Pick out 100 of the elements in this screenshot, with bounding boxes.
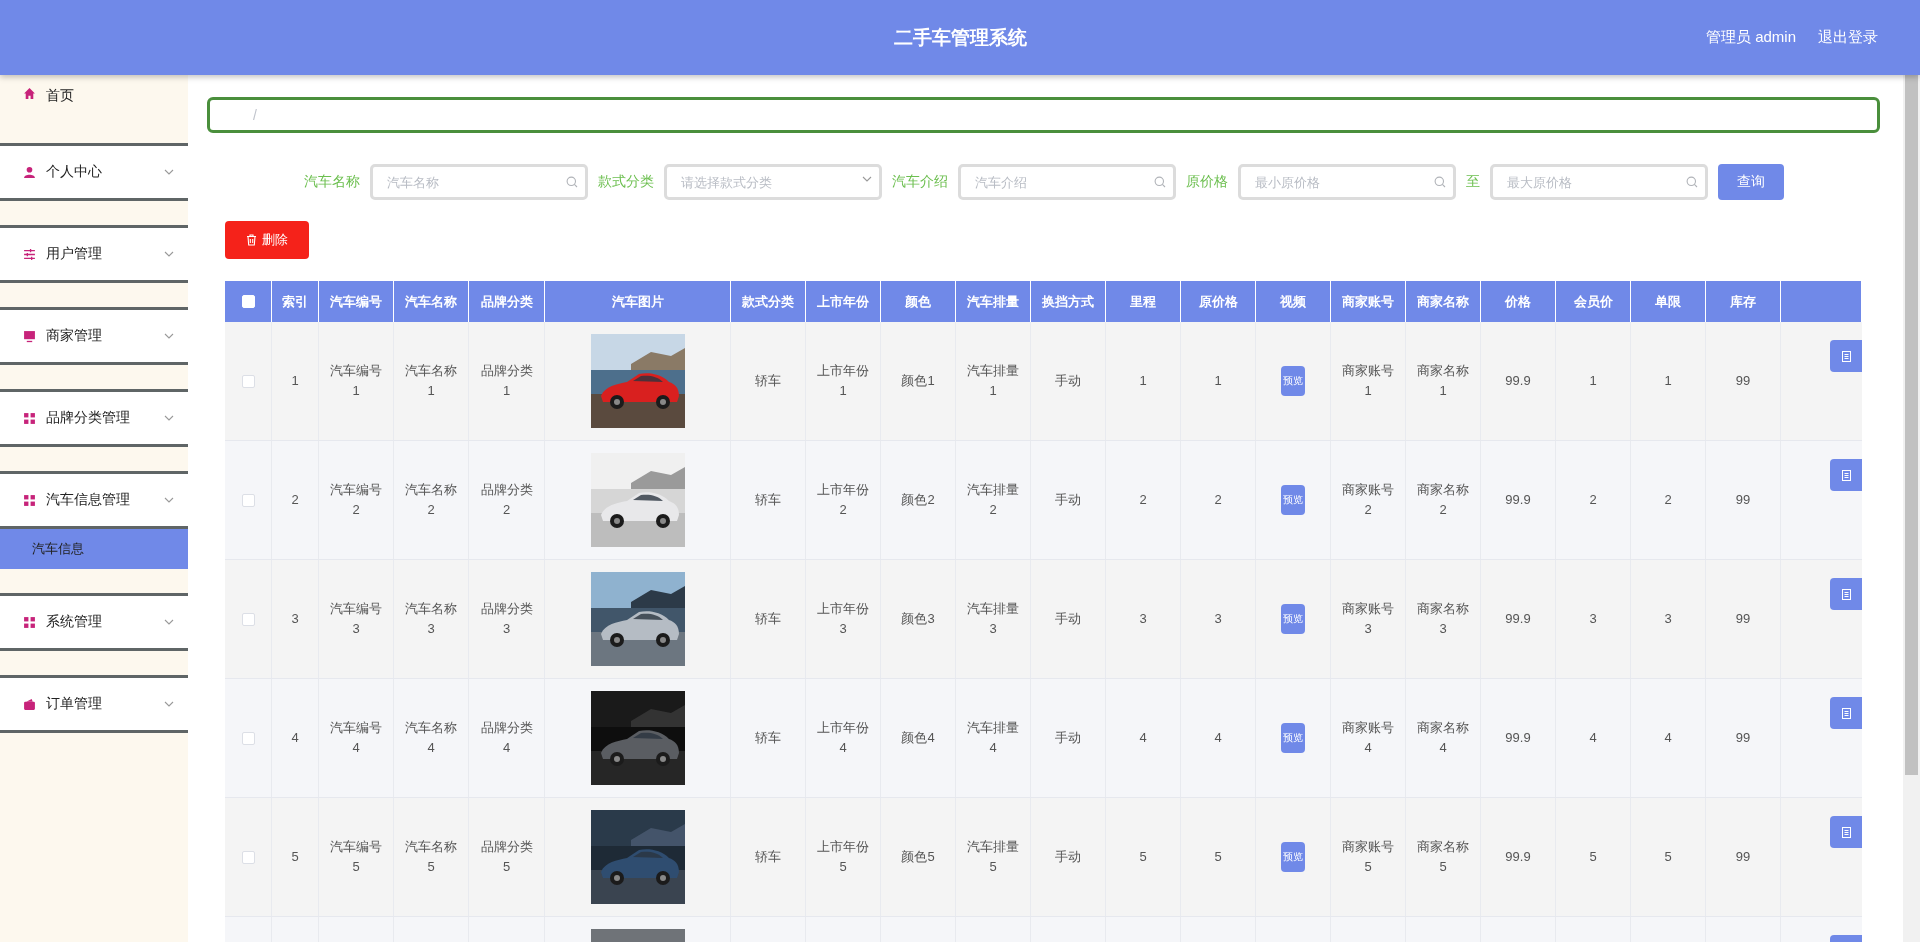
delete-button[interactable]: 删除 [225, 221, 309, 259]
row-checkbox[interactable] [241, 731, 255, 745]
year-cell-text: 上市年份3 [816, 600, 870, 638]
merchant-name-cell-text: 商家名称4 [1416, 719, 1470, 757]
column-header: 原价格 [1198, 292, 1238, 311]
merchant-account-cell-text: 商家账号5 [1341, 838, 1395, 876]
price-cell-text: 99.9 [1505, 729, 1531, 747]
stock-cell-text: 99 [1735, 610, 1751, 628]
brand-cell-text: 品牌分类1 [479, 362, 534, 400]
member-price-cell-text: 2 [1589, 491, 1597, 509]
chevron-down-icon [164, 333, 174, 339]
menu-item[interactable]: 品牌分类管理 [0, 389, 188, 447]
brand-cell-text: 品牌分类3 [479, 600, 534, 638]
chevron-down-icon [164, 701, 174, 707]
preview-button[interactable]: 预览 [1281, 723, 1305, 753]
merchant-name-cell-text: 商家名称3 [1416, 600, 1470, 638]
details-button[interactable] [1830, 816, 1862, 848]
stock-cell-text: 99 [1735, 729, 1751, 747]
price-cell-text: 99.9 [1505, 848, 1531, 866]
preview-button[interactable]: 预览 [1281, 842, 1305, 872]
query-button[interactable]: 查询 [1717, 164, 1784, 200]
car-number-cell-text: 汽车编号2 [329, 481, 383, 519]
merchant-name-cell-text: 商家名称5 [1416, 838, 1470, 876]
details-button[interactable] [1830, 578, 1862, 610]
chevron-down-icon [164, 251, 174, 257]
logout-link[interactable]: 退出登录 [1818, 28, 1878, 47]
wallet-icon [23, 697, 36, 711]
style-cell-text: 轿车 [755, 491, 781, 509]
select-all-checkbox[interactable] [241, 295, 255, 308]
limit-cell-text: 4 [1664, 729, 1672, 747]
displacement-cell-text: 汽车排量1 [966, 362, 1020, 400]
user-label: 管理员 admin [1705, 28, 1796, 47]
car-name-cell-text: 汽车名称4 [404, 719, 458, 757]
chevron-down-icon [164, 619, 174, 625]
document-icon [1842, 707, 1851, 719]
limit-cell-text: 1 [1664, 372, 1672, 390]
column-header: 商家名称 [1417, 292, 1469, 311]
index-cell-text: 5 [291, 848, 299, 866]
app-title: 二手车管理系统 [893, 25, 1028, 50]
menu-item[interactable]: 订单管理 [0, 675, 188, 733]
preview-button[interactable]: 预览 [1281, 604, 1305, 634]
search-field[interactable]: 汽车名称 [369, 164, 588, 200]
grid-icon [23, 615, 36, 629]
gearbox-cell-text: 手动 [1055, 491, 1081, 509]
displacement-cell-text: 汽车排量4 [966, 719, 1020, 757]
style-cell-text: 轿车 [755, 729, 781, 747]
home-icon [23, 87, 36, 100]
column-header: 上市年份 [817, 292, 869, 311]
search-icon [1433, 176, 1446, 188]
stock-cell-text: 99 [1735, 372, 1751, 390]
details-button[interactable] [1830, 697, 1862, 729]
row-checkbox[interactable] [241, 374, 255, 388]
stock-cell-text: 99 [1735, 848, 1751, 866]
menu-item[interactable]: 个人中心 [0, 143, 188, 201]
mileage-cell-text: 3 [1139, 610, 1147, 628]
details-button[interactable] [1830, 340, 1862, 372]
chevron-down-icon [861, 176, 872, 182]
menu-item[interactable]: 用户管理 [0, 225, 188, 283]
index-cell-text: 3 [291, 610, 299, 628]
car-number-cell-text: 汽车编号5 [329, 838, 383, 876]
row-checkbox[interactable] [241, 493, 255, 507]
color-cell-text: 颜色1 [901, 372, 935, 390]
column-header: 汽车名称 [405, 292, 457, 311]
car-number-cell-text: 汽车编号1 [329, 362, 383, 400]
field-label: 款式分类 [597, 173, 654, 191]
search-field[interactable]: 最小原价格 [1237, 164, 1456, 200]
breadcrumb-separator: / [253, 107, 257, 123]
menu-item[interactable]: 系统管理 [0, 593, 188, 651]
document-icon [1842, 469, 1851, 481]
select-field[interactable]: 请选择款式分类 [663, 164, 882, 200]
details-button[interactable] [1830, 459, 1862, 491]
mileage-cell-text: 5 [1139, 848, 1147, 866]
merchant-account-cell-text: 商家账号4 [1341, 719, 1395, 757]
original-price-cell-text: 1 [1214, 372, 1222, 390]
price-cell-text: 99.9 [1505, 610, 1531, 628]
car-name-cell-text: 汽车名称5 [404, 838, 458, 876]
preview-button[interactable]: 预览 [1281, 366, 1305, 396]
preview-button[interactable]: 预览 [1281, 485, 1305, 515]
row-checkbox[interactable] [241, 850, 255, 864]
color-cell-text: 颜色3 [901, 610, 935, 628]
monitor-icon [23, 329, 36, 343]
member-price-cell-text: 4 [1589, 729, 1597, 747]
search-icon [1685, 176, 1698, 188]
column-header: 里程 [1130, 292, 1156, 311]
chevron-down-icon [164, 169, 174, 175]
search-field[interactable]: 汽车介绍 [957, 164, 1176, 200]
price-cell-text: 99.9 [1505, 491, 1531, 509]
row-checkbox[interactable] [241, 612, 255, 626]
color-cell-text: 颜色5 [901, 848, 935, 866]
column-header: 汽车图片 [611, 292, 664, 311]
car-name-cell-text: 汽车名称2 [404, 481, 458, 519]
column-header: 单限 [1655, 292, 1681, 311]
index-cell-text: 2 [291, 491, 299, 509]
search-field[interactable]: 最大原价格 [1489, 164, 1708, 200]
menu-item[interactable]: 商家管理 [0, 307, 188, 365]
column-header: 款式分类 [742, 292, 794, 311]
scrollbar[interactable] [1903, 75, 1920, 942]
submenu-item[interactable]: 汽车信息 [0, 529, 188, 569]
menu-item[interactable]: 汽车信息管理 [0, 471, 188, 529]
car-name-cell-text: 汽车名称1 [404, 362, 458, 400]
